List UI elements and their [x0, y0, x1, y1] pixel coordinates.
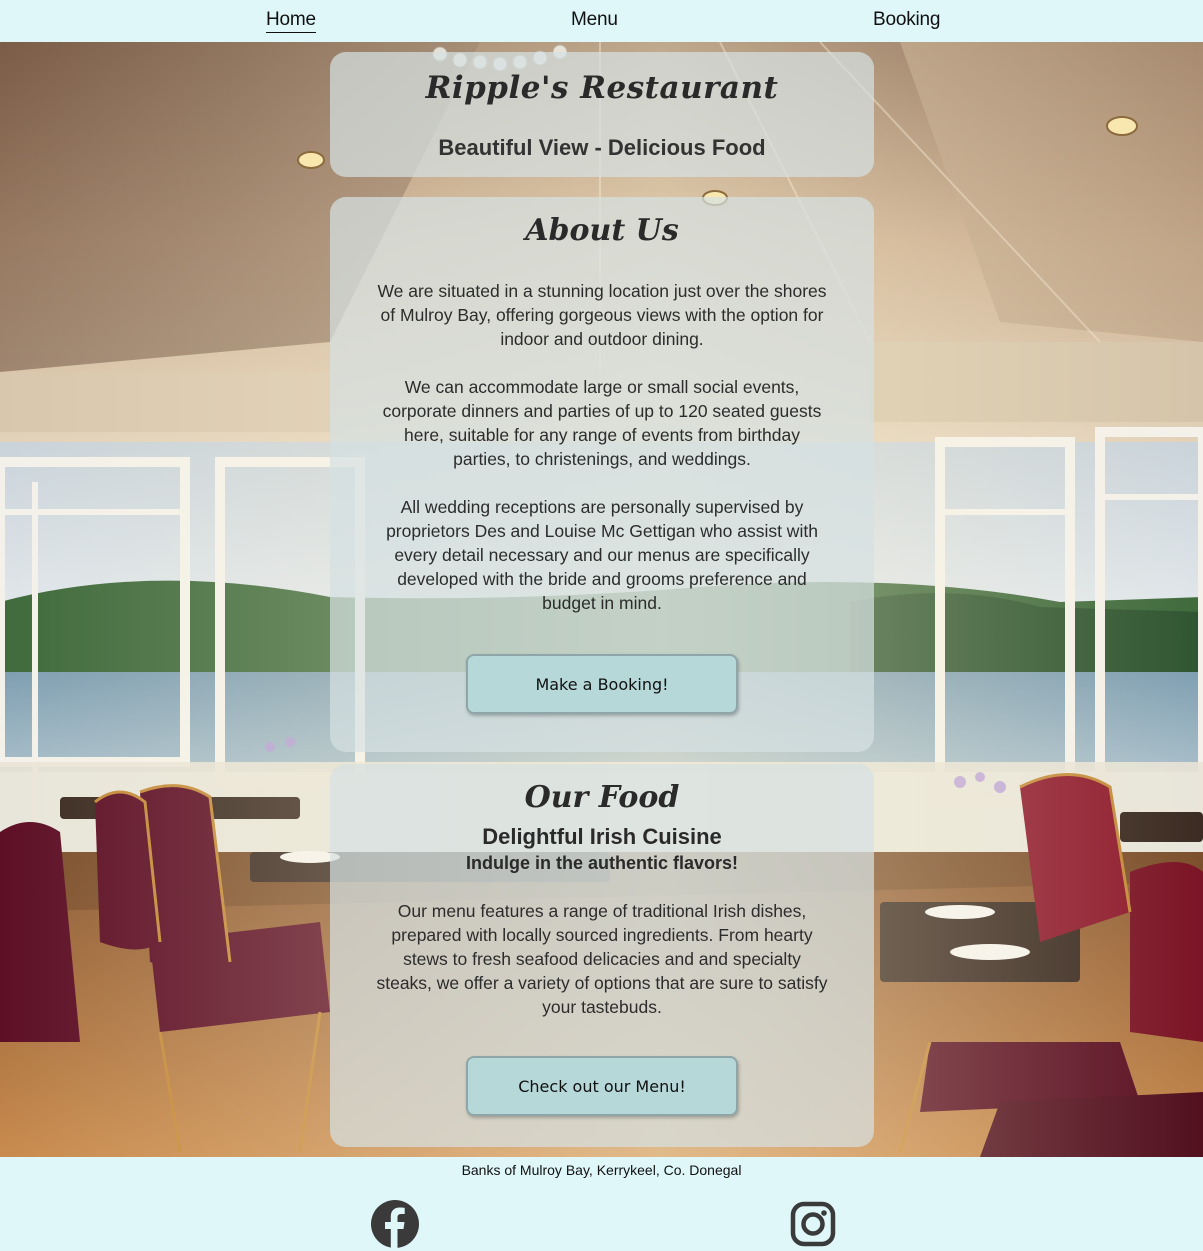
about-paragraph: All wedding receptions are personally su…: [386, 497, 818, 613]
site-tagline: Beautiful View - Delicious Food: [438, 135, 766, 160]
top-nav: Home Menu Booking: [0, 0, 1203, 42]
food-tagline: Indulge in the authentic flavors!: [465, 853, 739, 873]
our-food-heading: Our Food: [524, 780, 680, 815]
food-paragraph: Our menu features a range of traditional…: [376, 901, 828, 1017]
food-subheading: Delightful Irish Cuisine: [482, 824, 722, 849]
about-paragraph: We are situated in a stunning location j…: [377, 281, 827, 349]
nav-link-home[interactable]: Home: [266, 9, 316, 33]
facebook-icon[interactable]: [370, 1199, 420, 1249]
nav-link-booking[interactable]: Booking: [873, 9, 940, 31]
about-us-heading: About Us: [525, 213, 679, 248]
check-menu-button[interactable]: Check out our Menu!: [466, 1056, 738, 1116]
instagram-icon[interactable]: [788, 1199, 838, 1249]
title-card: Ripple's Restaurant Beautiful View - Del…: [330, 52, 874, 177]
footer-address: Banks of Mulroy Bay, Kerrykeel, Co. Done…: [461, 1162, 742, 1178]
nav-link-menu[interactable]: Menu: [571, 9, 618, 31]
about-us-card: About Us We are situated in a stunning l…: [330, 197, 874, 752]
make-booking-button[interactable]: Make a Booking!: [466, 654, 738, 714]
about-paragraph: We can accommodate large or small social…: [382, 377, 822, 469]
site-title: Ripple's Restaurant: [425, 70, 779, 106]
our-food-card: Our Food Delightful Irish Cuisine Indulg…: [330, 764, 874, 1147]
footer: Banks of Mulroy Bay, Kerrykeel, Co. Done…: [0, 1157, 1203, 1251]
